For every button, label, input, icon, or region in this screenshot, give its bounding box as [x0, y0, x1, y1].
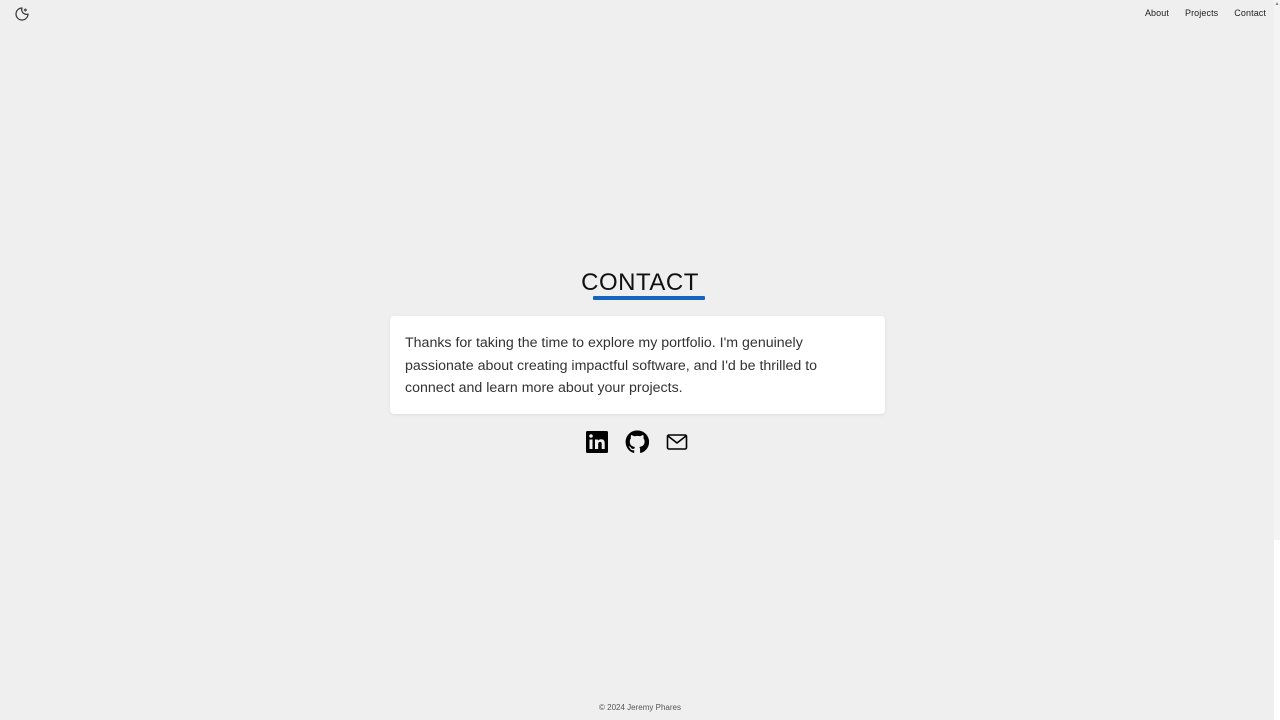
linkedin-link[interactable]: [585, 430, 609, 454]
page: About Projects Contact CONTACT Thanks fo…: [0, 0, 1280, 720]
mail-icon: [666, 434, 688, 450]
github-icon: [625, 430, 650, 454]
title-wrap: CONTACT: [581, 269, 705, 300]
moon-icon: [15, 7, 29, 21]
scroll-up-arrow[interactable]: ▴: [1274, 0, 1280, 8]
title-underline: [593, 296, 705, 300]
github-link[interactable]: [625, 430, 650, 454]
contact-message: Thanks for taking the time to explore my…: [405, 335, 818, 396]
nav-link-contact[interactable]: Contact: [1234, 8, 1266, 18]
contact-message-card: Thanks for taking the time to explore my…: [390, 316, 885, 414]
social-links: [585, 430, 689, 454]
email-link[interactable]: [665, 430, 689, 454]
top-nav: About Projects Contact: [1145, 8, 1266, 18]
nav-link-projects[interactable]: Projects: [1185, 8, 1218, 18]
nav-link-about[interactable]: About: [1145, 8, 1169, 18]
linkedin-icon: [586, 431, 608, 453]
page-title: CONTACT: [581, 269, 699, 296]
theme-toggle-button[interactable]: [14, 6, 30, 22]
contact-section-title: CONTACT: [0, 269, 1280, 300]
scrollbar-thumb[interactable]: [1274, 540, 1280, 720]
footer-copyright: © 2024 Jeremy Phares: [599, 703, 681, 712]
scrollbar[interactable]: ▴: [1274, 0, 1280, 720]
